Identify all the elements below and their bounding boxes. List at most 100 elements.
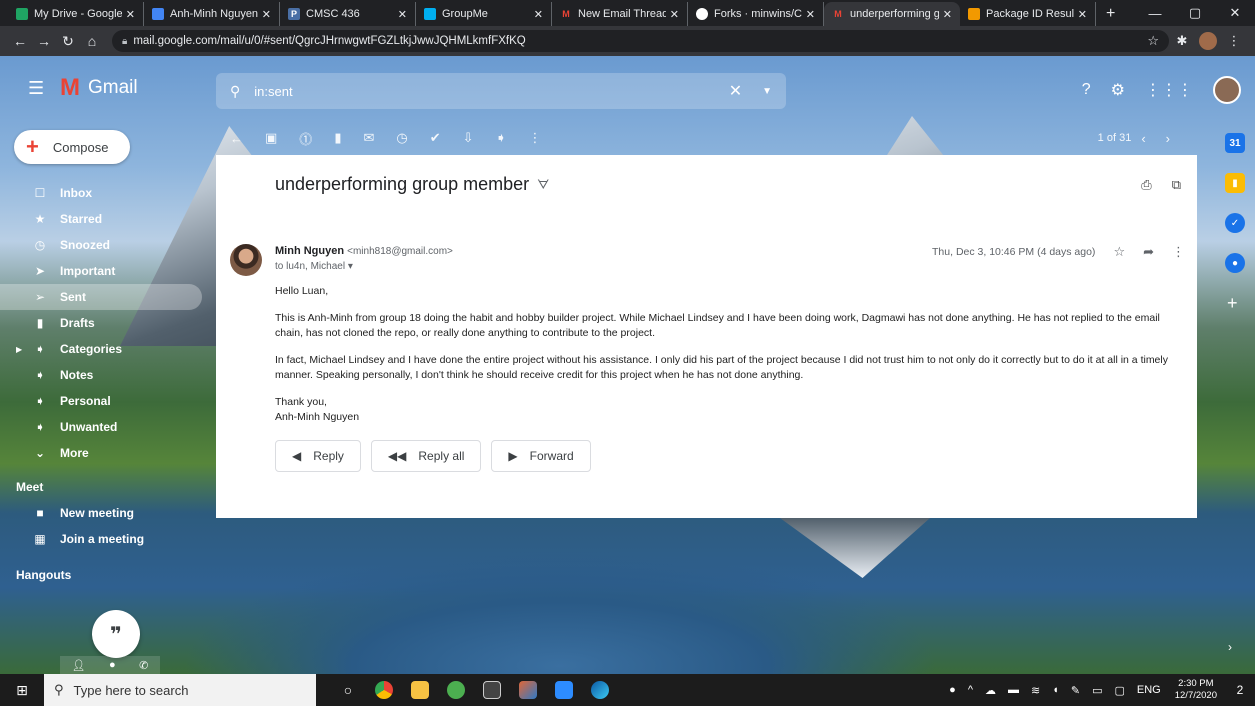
notification-center-icon[interactable]: 2 (1225, 674, 1255, 706)
calendar-icon[interactable]: 31 (1225, 133, 1245, 153)
mark-unread-icon[interactable]: ✉ (363, 130, 374, 146)
browser-tab-package[interactable]: Package ID Results ✕ (960, 2, 1096, 26)
close-icon[interactable]: ✕ (126, 8, 135, 21)
browser-menu-icon[interactable]: ⋮ (1221, 33, 1247, 49)
caret-down-icon[interactable]: ▾ (348, 261, 353, 272)
sidebar-item-unwanted[interactable]: ➧ Unwanted (0, 414, 210, 440)
onedrive-icon[interactable]: ☁ (985, 684, 996, 697)
sidebar-item-sent[interactable]: ➢ Sent (0, 284, 202, 310)
cortana-icon[interactable]: ○ (330, 674, 366, 706)
newer-icon[interactable]: ‹ (1141, 131, 1145, 146)
join-meeting-item[interactable]: ▦ Join a meeting (0, 526, 210, 552)
browser-tab-groupme[interactable]: GroupMe ✕ (416, 2, 552, 26)
sidebar-item-notes[interactable]: ➧ Notes (0, 362, 210, 388)
minimize-icon[interactable]: — (1135, 0, 1175, 26)
browser-tab-drive[interactable]: My Drive - Google ✕ (8, 2, 144, 26)
sidebar-item-snoozed[interactable]: ◷ Snoozed (0, 232, 210, 258)
search-input[interactable] (254, 83, 729, 99)
terminal-icon[interactable] (474, 674, 510, 706)
clear-search-icon[interactable]: ✕ (729, 81, 742, 101)
sidebar-item-drafts[interactable]: ▮ Drafts (0, 310, 210, 336)
more-vert-icon[interactable]: ⋮ (1172, 244, 1185, 260)
add-task-icon[interactable]: ✔ (430, 130, 441, 146)
close-icon[interactable]: ✕ (534, 8, 543, 21)
sidebar-item-more[interactable]: ⌄ More (0, 440, 210, 466)
close-icon[interactable]: ✕ (398, 8, 407, 21)
chrome-icon[interactable] (366, 674, 402, 706)
older-icon[interactable]: › (1166, 131, 1170, 146)
move-to-icon[interactable]: ⇩ (463, 130, 474, 146)
help-icon[interactable]: ? (1082, 81, 1091, 99)
phone-icon[interactable]: ✆ (139, 659, 148, 672)
contacts-icon[interactable]: 👤︎ (72, 659, 86, 672)
sidebar-item-starred[interactable]: ★ Starred (0, 206, 210, 232)
language-indicator[interactable]: ENG (1137, 684, 1161, 696)
show-hidden-icon[interactable]: ^ (968, 684, 973, 696)
apps-grid-icon[interactable]: ⋮⋮⋮ (1145, 80, 1193, 100)
search-icon[interactable]: ⚲ (230, 83, 240, 100)
browser-tab-current[interactable]: Munderperforming g ✕ (824, 2, 960, 26)
close-icon[interactable]: ✕ (670, 8, 679, 21)
back-arrow-icon[interactable]: ← (230, 131, 243, 146)
maximize-icon[interactable]: ▢ (1175, 0, 1215, 26)
delete-icon[interactable]: ▮ (334, 130, 341, 146)
file-explorer-icon[interactable] (402, 674, 438, 706)
gmail-logo[interactable]: M Gmail (60, 74, 138, 102)
reload-icon[interactable]: ↻ (56, 33, 80, 50)
snooze-icon[interactable]: ◷ (396, 130, 407, 146)
sidebar-item-important[interactable]: ➤ Important (0, 258, 210, 284)
forward-icon[interactable]: → (32, 33, 56, 49)
expand-caret-icon[interactable]: ▶ (16, 345, 22, 354)
keyboard-tray-icon[interactable]: ▭ (1092, 684, 1102, 697)
sidebar-item-inbox[interactable]: ☐ Inbox (0, 180, 210, 206)
sidebar-item-categories[interactable]: ▶ ➧ Categories (0, 336, 210, 362)
report-spam-icon[interactable]: ⓵ (299, 129, 312, 148)
search-options-icon[interactable]: ▼ (762, 86, 772, 97)
browser-tab-cmsc[interactable]: P CMSC 436 ✕ (280, 2, 416, 26)
sidebar-item-personal[interactable]: ➧ Personal (0, 388, 210, 414)
main-menu-icon[interactable]: ☰ (28, 78, 44, 99)
clock[interactable]: 2:30 PM 12/7/2020 (1175, 678, 1217, 702)
bookmark-star-icon[interactable]: ☆ (1147, 33, 1159, 49)
profile-avatar[interactable] (1199, 32, 1217, 50)
reply-all-button[interactable]: ◀◀ Reply all (370, 440, 482, 472)
wifi-icon[interactable]: ≋ (1031, 684, 1040, 697)
windows-start-icon[interactable]: ⊞ (0, 674, 44, 706)
zoom-icon[interactable] (546, 674, 582, 706)
chat-bubble-icon[interactable]: ● (109, 659, 116, 671)
hangouts-quote-icon[interactable]: ❞ (92, 610, 140, 658)
search-bar[interactable]: ⚲ ✕ ▼ (216, 73, 786, 109)
sender-avatar[interactable] (230, 244, 262, 276)
keep-icon[interactable]: ▮ (1225, 173, 1245, 193)
taskbar-search[interactable]: ⚲ Type here to search (44, 674, 316, 706)
app-icon[interactable] (438, 674, 474, 706)
forward-button[interactable]: ▶ Forward (491, 440, 591, 472)
close-icon[interactable]: ✕ (806, 8, 815, 21)
get-addons-icon[interactable]: + (1227, 293, 1238, 314)
reply-button[interactable]: ◀ Reply (275, 440, 361, 472)
reply-icon[interactable]: ➦ (1143, 244, 1154, 260)
close-icon[interactable]: ✕ (943, 8, 952, 21)
display-icon[interactable]: ▢ (1114, 684, 1124, 697)
pen-icon[interactable]: ✎ (1071, 684, 1080, 697)
home-icon[interactable]: ⌂ (80, 33, 104, 49)
new-tab-button[interactable]: + (1096, 2, 1125, 26)
importance-marker-icon[interactable]: ᗊ (537, 177, 549, 193)
star-outline-icon[interactable]: ☆ (1113, 244, 1125, 260)
label-icon[interactable]: ➧ (496, 130, 507, 146)
browser-tab-docs[interactable]: Anh-Minh Nguyen ✕ (144, 2, 280, 26)
extensions-icon[interactable]: ✱ (1169, 33, 1195, 49)
address-bar[interactable]: 🔒︎ mail.google.com/mail/u/0/#sent/QgrcJH… (112, 30, 1169, 52)
tasks-icon[interactable]: ✓ (1225, 213, 1245, 233)
close-window-icon[interactable]: ✕ (1215, 0, 1255, 26)
new-meeting-item[interactable]: ■ New meeting (0, 500, 210, 526)
battery-icon[interactable]: ▬ (1008, 684, 1019, 696)
more-options-icon[interactable]: ⋮ (528, 130, 541, 146)
open-new-window-icon[interactable]: ⧉ (1172, 177, 1181, 193)
help-tray-icon[interactable]: ● (949, 684, 956, 696)
expand-panel-icon[interactable]: › (1228, 640, 1232, 654)
archive-icon[interactable]: ▣ (265, 130, 277, 146)
volume-icon[interactable]: ◖ (1052, 684, 1059, 696)
edge-icon[interactable] (582, 674, 618, 706)
account-avatar[interactable] (1213, 76, 1241, 104)
